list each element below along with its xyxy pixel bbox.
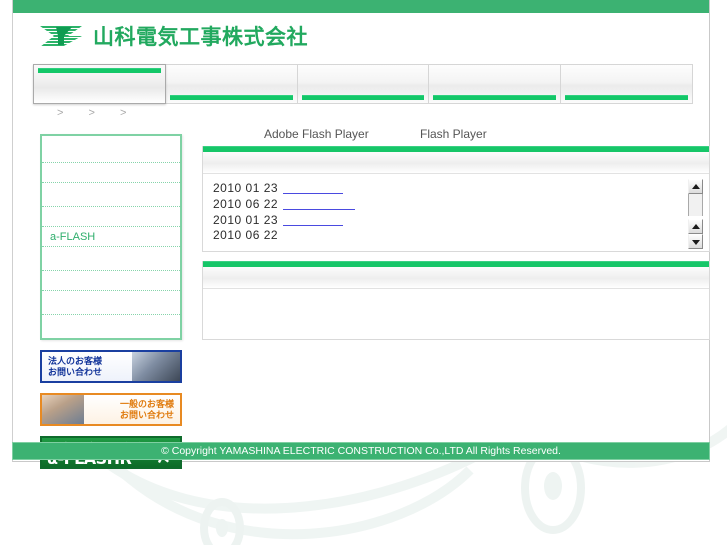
site-logo[interactable]: 山科電気工事株式会社 [38, 21, 308, 51]
banner-corporate-inquiry[interactable]: 法人のお客様 お問い合わせ [40, 350, 182, 383]
scroll-down-button[interactable] [688, 234, 703, 249]
secondary-panel-body [203, 289, 709, 339]
banner-line-1: 法人のお客様 [48, 356, 103, 366]
news-list-item[interactable]: 2010 01 23 [213, 180, 701, 196]
triangle-up-icon [691, 223, 700, 229]
heading-flash-player: Flash Player [420, 127, 487, 141]
banner-general-text: 一般のお客様 お問い合わせ [120, 399, 174, 421]
site-header: 山科電気工事株式会社 [13, 13, 709, 58]
banner-corporate-text: 法人のお客様 お問い合わせ [48, 356, 102, 378]
news-link[interactable] [283, 212, 344, 226]
yamashina-y-logo-icon [38, 23, 86, 49]
secondary-panel [202, 261, 710, 340]
news-panel: 2010 01 23 2010 06 22 2010 01 23 2010 06… [202, 146, 710, 252]
sidebar-item-3[interactable] [42, 207, 180, 227]
main-content: Adobe Flash Player Flash Player 2010 01 … [202, 127, 710, 349]
sidebar-item-7[interactable] [42, 291, 180, 315]
nav-tab-3[interactable] [429, 64, 562, 104]
scrollbar-track[interactable] [688, 194, 703, 216]
news-scrollbar[interactable] [688, 179, 703, 249]
sidebar-item-1[interactable] [42, 163, 180, 183]
top-green-bar [13, 0, 709, 13]
news-link[interactable] [283, 196, 356, 210]
site-footer: © Copyright YAMASHINA ELECTRIC CONSTRUCT… [12, 442, 710, 460]
breadcrumb: > > > [47, 107, 137, 119]
news-list-item[interactable]: 2010 06 22 [213, 196, 701, 212]
sidebar-item-label: a-FLASH [50, 231, 96, 243]
sidebar: a-FLASH 法人のお客様 お問い合わせ 一般のお客様 お問い合わせ CO₂削… [40, 134, 182, 469]
news-date: 2010 06 22 [213, 197, 279, 211]
banner-line-2: お問い合わせ [119, 410, 174, 420]
news-link[interactable] [283, 180, 344, 194]
banner-line-1: 一般のお客様 [119, 399, 174, 409]
person-photo-icon [42, 395, 84, 424]
nav-tab-4[interactable] [561, 64, 693, 104]
tab-underline [169, 95, 293, 100]
breadcrumb-separator: > [88, 107, 96, 119]
breadcrumb-separator: > [57, 107, 65, 119]
main-navigation [33, 64, 693, 104]
page-container: 山科電気工事株式会社 > > > a-FLASH 法人のお客様 お問い合わせ 一… [12, 0, 710, 469]
nav-tab-1[interactable] [165, 64, 298, 104]
scroll-up-button-top[interactable] [688, 179, 703, 194]
news-date: 2010 01 23 [213, 181, 279, 195]
tab-underline [301, 95, 425, 100]
site-logo-text: 山科電気工事株式会社 [93, 25, 308, 49]
tab-underline [433, 95, 557, 100]
news-date: 2010 06 22 [213, 228, 279, 242]
scroll-up-button-bottom[interactable] [688, 219, 703, 234]
news-list: 2010 01 23 2010 06 22 2010 01 23 2010 06… [213, 180, 701, 243]
sidebar-menu: a-FLASH [40, 134, 182, 340]
triangle-down-icon [691, 239, 700, 245]
news-date: 2010 01 23 [213, 213, 279, 227]
tab-underline [565, 95, 688, 100]
news-list-item[interactable]: 2010 06 22 [213, 228, 701, 243]
news-panel-title [203, 152, 709, 174]
sidebar-item-a-flash[interactable]: a-FLASH [42, 227, 180, 247]
handshake-photo-icon [132, 352, 180, 381]
breadcrumb-separator: > [120, 107, 128, 119]
nav-tab-0[interactable] [33, 64, 166, 104]
sidebar-item-8[interactable] [42, 315, 180, 335]
heading-adobe-flash-player: Adobe Flash Player [264, 127, 369, 141]
sidebar-item-5[interactable] [42, 247, 180, 271]
banner-general-inquiry[interactable]: 一般のお客様 お問い合わせ [40, 393, 182, 426]
nav-tab-2[interactable] [297, 64, 430, 104]
tab-underline [38, 68, 161, 73]
banner-line-2: お問い合わせ [48, 367, 103, 377]
triangle-up-icon [691, 183, 700, 189]
sidebar-item-2[interactable] [42, 183, 180, 207]
footer-copyright: © Copyright YAMASHINA ELECTRIC CONSTRUCT… [161, 445, 561, 457]
sidebar-item-0[interactable] [42, 139, 180, 163]
news-panel-body: 2010 01 23 2010 06 22 2010 01 23 2010 06… [203, 174, 709, 251]
news-list-item[interactable]: 2010 01 23 [213, 212, 701, 228]
main-heading: Adobe Flash Player Flash Player [202, 127, 710, 146]
secondary-panel-title [203, 267, 709, 289]
sidebar-item-6[interactable] [42, 271, 180, 291]
